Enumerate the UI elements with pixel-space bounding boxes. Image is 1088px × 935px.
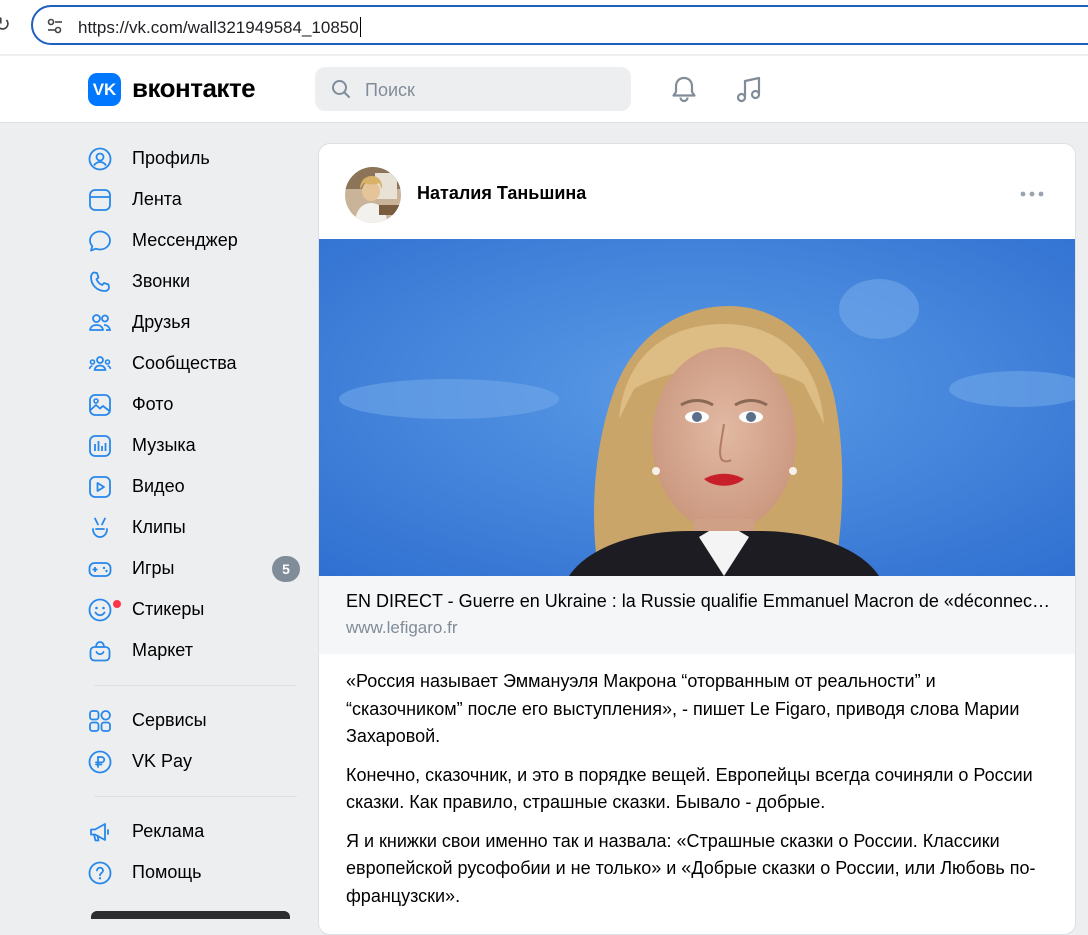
sidebar-item-stickers[interactable]: Стикеры — [88, 589, 303, 630]
sidebar-item-label: Стикеры — [132, 599, 205, 619]
sidebar-item-help[interactable]: Помощь — [88, 852, 303, 893]
sidebar-item-label: Профиль — [132, 148, 210, 168]
sidebar-item-label: Реклама — [132, 821, 205, 841]
sidebar-item-feed[interactable]: Лента — [88, 179, 303, 220]
sidebar-item-services[interactable]: Сервисы — [88, 700, 303, 741]
friends-icon — [88, 311, 122, 335]
vk-logo-icon[interactable]: VK — [88, 73, 121, 106]
post-author-name[interactable]: Наталия Таньшина — [417, 183, 586, 204]
author-avatar[interactable] — [345, 167, 401, 223]
post-paragraph: Я и книжки свои именно так и назвала: «С… — [346, 830, 1036, 906]
more-options-icon[interactable] — [1019, 184, 1045, 204]
sidebar-item-ads[interactable]: Реклама — [88, 811, 303, 852]
sidebar-divider — [94, 796, 297, 797]
sidebar-item-label: Игры — [132, 558, 175, 578]
sidebar-item-vkpay[interactable]: VK Pay — [88, 741, 303, 782]
notification-dot — [113, 599, 121, 608]
services-icon — [88, 709, 122, 733]
sidebar-item-market[interactable]: Маркет — [88, 630, 303, 671]
link-preview-image[interactable] — [319, 239, 1075, 576]
sidebar-item-label: Музыка — [132, 435, 196, 455]
reload-icon[interactable]: ↻ — [0, 12, 11, 37]
photo-icon — [88, 393, 122, 417]
sidebar-item-label: Фото — [132, 394, 174, 414]
bell-icon[interactable] — [668, 73, 700, 105]
vkpay-icon — [88, 750, 122, 774]
site-settings-icon[interactable] — [45, 16, 65, 36]
left-nav: Профиль Лента Мессенджер Звонки Друзья С… — [88, 138, 303, 893]
sidebar-item-label: Сообщества — [132, 353, 237, 373]
post-paragraph: Конечно, сказочник, и это в порядке веще… — [346, 764, 1033, 813]
sidebar-item-photo[interactable]: Фото — [88, 384, 303, 425]
sidebar-item-calls[interactable]: Звонки — [88, 261, 303, 302]
post-text: «Россия называет Эммануэля Макрона “отор… — [346, 668, 1046, 921]
feed-icon — [88, 188, 122, 212]
sidebar-item-games[interactable]: Игры 5 — [88, 548, 303, 589]
bottom-panel — [91, 911, 290, 919]
url-text[interactable]: https://vk.com/wall321949584_10850 — [78, 17, 361, 38]
help-icon — [88, 861, 122, 885]
search-input[interactable] — [363, 75, 617, 105]
phone-icon — [88, 270, 122, 294]
sidebar-item-label: Друзья — [132, 312, 191, 332]
communities-icon — [88, 352, 122, 376]
sidebar-item-label: Лента — [132, 189, 182, 209]
profile-icon — [88, 147, 122, 171]
sidebar-item-messenger[interactable]: Мессенджер — [88, 220, 303, 261]
video-icon — [88, 475, 122, 499]
sidebar-item-label: Клипы — [132, 517, 186, 537]
sidebar-item-label: VK Pay — [132, 751, 193, 771]
music-icon — [88, 434, 122, 458]
post-paragraph: «Россия называет Эммануэля Макрона “отор… — [346, 671, 1020, 746]
sidebar-item-profile[interactable]: Профиль — [88, 138, 303, 179]
sidebar-item-clips[interactable]: Клипы — [88, 507, 303, 548]
search-box[interactable] — [315, 67, 631, 111]
link-title[interactable]: EN DIRECT - Guerre en Ukraine : la Russi… — [346, 591, 1051, 612]
sidebar-item-label: Видео — [132, 476, 185, 496]
logo-text[interactable]: вконтакте — [132, 73, 256, 104]
sidebar-item-label: Сервисы — [132, 710, 207, 730]
music-note-icon[interactable] — [733, 73, 765, 105]
sidebar-item-friends[interactable]: Друзья — [88, 302, 303, 343]
sidebar-item-label: Мессенджер — [132, 230, 238, 250]
market-icon — [88, 639, 122, 663]
sidebar-divider — [94, 685, 297, 686]
wall-post: Наталия Таньшина EN DIRECT - Guerre en U… — [318, 143, 1076, 935]
sidebar-item-label: Маркет — [132, 640, 193, 660]
sidebar-item-music[interactable]: Музыка — [88, 425, 303, 466]
search-icon — [332, 80, 350, 98]
gamepad-icon — [88, 557, 122, 581]
sidebar-item-video[interactable]: Видео — [88, 466, 303, 507]
link-domain[interactable]: www.lefigaro.fr — [346, 618, 457, 638]
sidebar-item-label: Звонки — [132, 271, 191, 291]
browser-toolbar: ↻ https://vk.com/wall321949584_10850 — [0, 0, 1088, 54]
sidebar-item-label: Помощь — [132, 862, 202, 882]
sidebar-item-communities[interactable]: Сообщества — [88, 343, 303, 384]
ads-icon — [88, 820, 122, 844]
messenger-icon — [88, 229, 122, 253]
link-preview[interactable]: EN DIRECT - Guerre en Ukraine : la Russi… — [319, 576, 1075, 654]
site-header: VK вконтакте — [0, 56, 1088, 123]
address-bar[interactable]: https://vk.com/wall321949584_10850 — [31, 5, 1088, 45]
clips-icon — [88, 516, 122, 540]
sticker-icon — [88, 598, 122, 622]
games-count-badge: 5 — [272, 556, 300, 582]
